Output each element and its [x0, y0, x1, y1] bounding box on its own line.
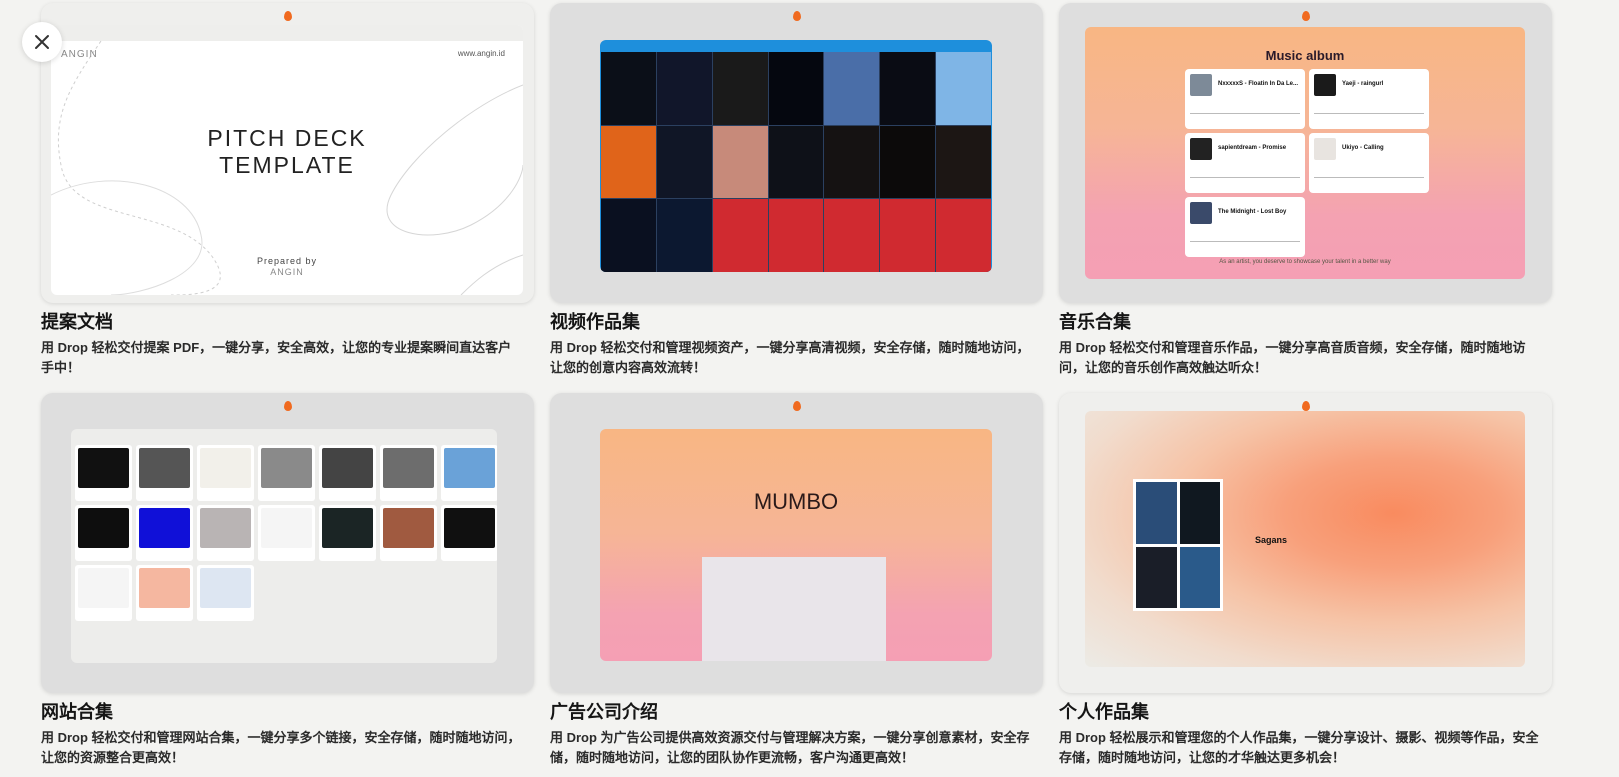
- template-card-video[interactable]: 视频作品集 用 Drop 轻松交付和管理视频资产，一键分享高清视频，安全存储，随…: [550, 3, 1043, 381]
- drop-logo-icon: [1301, 11, 1310, 21]
- template-card-pitch-deck[interactable]: ANGIN www.angin.id PITCH DECK TEMPLATE P…: [41, 3, 534, 381]
- card-title: 音乐合集: [1059, 312, 1131, 332]
- track-card: Yaeji - raingurl: [1309, 69, 1429, 129]
- agency-screen: MUMBO: [600, 429, 992, 661]
- track-name: The Midnight - Lost Boy: [1218, 209, 1287, 215]
- track-card: NxxxxxS - Floatin In Da Le...: [1185, 69, 1305, 129]
- card-description: 用 Drop 为广告公司提供高效资源交付与管理解决方案，一键分享创意素材，安全存…: [550, 730, 1030, 765]
- track-card: The Midnight - Lost Boy: [1185, 197, 1305, 257]
- track-name: Yaeji - raingurl: [1342, 81, 1384, 87]
- card-description: 用 Drop 轻松交付提案 PDF，一键分享，安全高效，让您的专业提案瞬间直达客…: [41, 340, 512, 375]
- template-grid: ANGIN www.angin.id PITCH DECK TEMPLATE P…: [41, 3, 1553, 771]
- template-card-agency[interactable]: MUMBO 广告公司介绍 用 Drop 为广告公司提供高效资源交付与管理解决方案…: [550, 393, 1043, 771]
- personal-portfolio-screen: Sagans: [1085, 411, 1525, 667]
- agency-hero-image: [702, 557, 886, 661]
- website-collection-screen: [71, 429, 497, 663]
- website-grid: [75, 445, 497, 621]
- photo-grid: [1133, 479, 1223, 611]
- track-name: NxxxxxS - Floatin In Da Le...: [1218, 81, 1299, 87]
- card-description: 用 Drop 轻松交付和管理音乐作品，一键分享高音质音频，安全存储，随时随地访问…: [1059, 340, 1526, 375]
- track-name: Ukiyo - Calling: [1342, 145, 1384, 151]
- template-card-personal[interactable]: Sagans 个人作品集 用 Drop 轻松展示和管理您的个人作品集，一键分享设…: [1059, 393, 1552, 771]
- drop-logo-icon: [1301, 401, 1310, 411]
- agency-title: MUMBO: [753, 489, 839, 514]
- card-description: 用 Drop 轻松展示和管理您的个人作品集，一键分享设计、摄影、视频等作品，安全…: [1059, 730, 1539, 765]
- drop-logo-icon: [283, 11, 292, 21]
- template-card-website[interactable]: 网站合集 用 Drop 轻松交付和管理网站合集，一键分享多个链接，安全存储，随时…: [41, 393, 534, 771]
- music-footer: As an artist, you deserve to showcase yo…: [1219, 259, 1391, 265]
- drop-logo-icon: [283, 401, 292, 411]
- template-preview[interactable]: Music album NxxxxxS - Floatin In Da Le..…: [1059, 3, 1552, 303]
- card-description: 用 Drop 轻松交付和管理网站合集，一键分享多个链接，安全存储，随时随地访问，…: [41, 730, 521, 765]
- template-preview[interactable]: Sagans: [1059, 393, 1552, 693]
- template-card-music[interactable]: Music album NxxxxxS - Floatin In Da Le..…: [1059, 3, 1552, 381]
- card-description: 用 Drop 轻松交付和管理视频资产，一键分享高清视频，安全存储，随时随地访问，…: [550, 340, 1030, 375]
- drop-logo-icon: [792, 401, 801, 411]
- prepared-by: Prepared by: [256, 256, 318, 266]
- video-grid: [601, 52, 991, 272]
- preview-heading-line-2: TEMPLATE: [219, 152, 355, 178]
- prepared-logo: ANGIN: [270, 267, 304, 277]
- track-name: sapientdream - Promise: [1218, 145, 1287, 151]
- music-album-title: Music album: [1265, 48, 1345, 63]
- card-title: 广告公司介绍: [550, 702, 658, 722]
- template-preview[interactable]: ANGIN www.angin.id PITCH DECK TEMPLATE P…: [41, 3, 534, 303]
- preview-heading: PITCH DECK TEMPLATE: [207, 125, 366, 179]
- template-preview[interactable]: MUMBO: [550, 393, 1043, 693]
- pitch-deck-screen: ANGIN www.angin.id PITCH DECK TEMPLATE P…: [51, 25, 523, 295]
- close-icon: [35, 35, 49, 49]
- card-title: 提案文档: [41, 312, 113, 332]
- card-title: 视频作品集: [550, 312, 640, 332]
- preview-logo: ANGIN: [61, 49, 98, 60]
- portfolio-name: Sagans: [1255, 535, 1288, 545]
- card-title: 网站合集: [41, 702, 113, 722]
- track-card: Ukiyo - Calling: [1309, 133, 1429, 193]
- music-album-screen: Music album NxxxxxS - Floatin In Da Le..…: [1085, 27, 1525, 279]
- track-card: sapientdream - Promise: [1185, 133, 1305, 193]
- preview-heading-line-1: PITCH DECK: [207, 125, 367, 151]
- preview-url: www.angin.id: [457, 49, 505, 58]
- card-title: 个人作品集: [1059, 702, 1149, 722]
- template-preview[interactable]: [41, 393, 534, 693]
- close-button[interactable]: [22, 22, 62, 62]
- drop-logo-icon: [792, 11, 801, 21]
- template-preview[interactable]: [550, 3, 1043, 303]
- video-gallery-screen: [600, 40, 992, 272]
